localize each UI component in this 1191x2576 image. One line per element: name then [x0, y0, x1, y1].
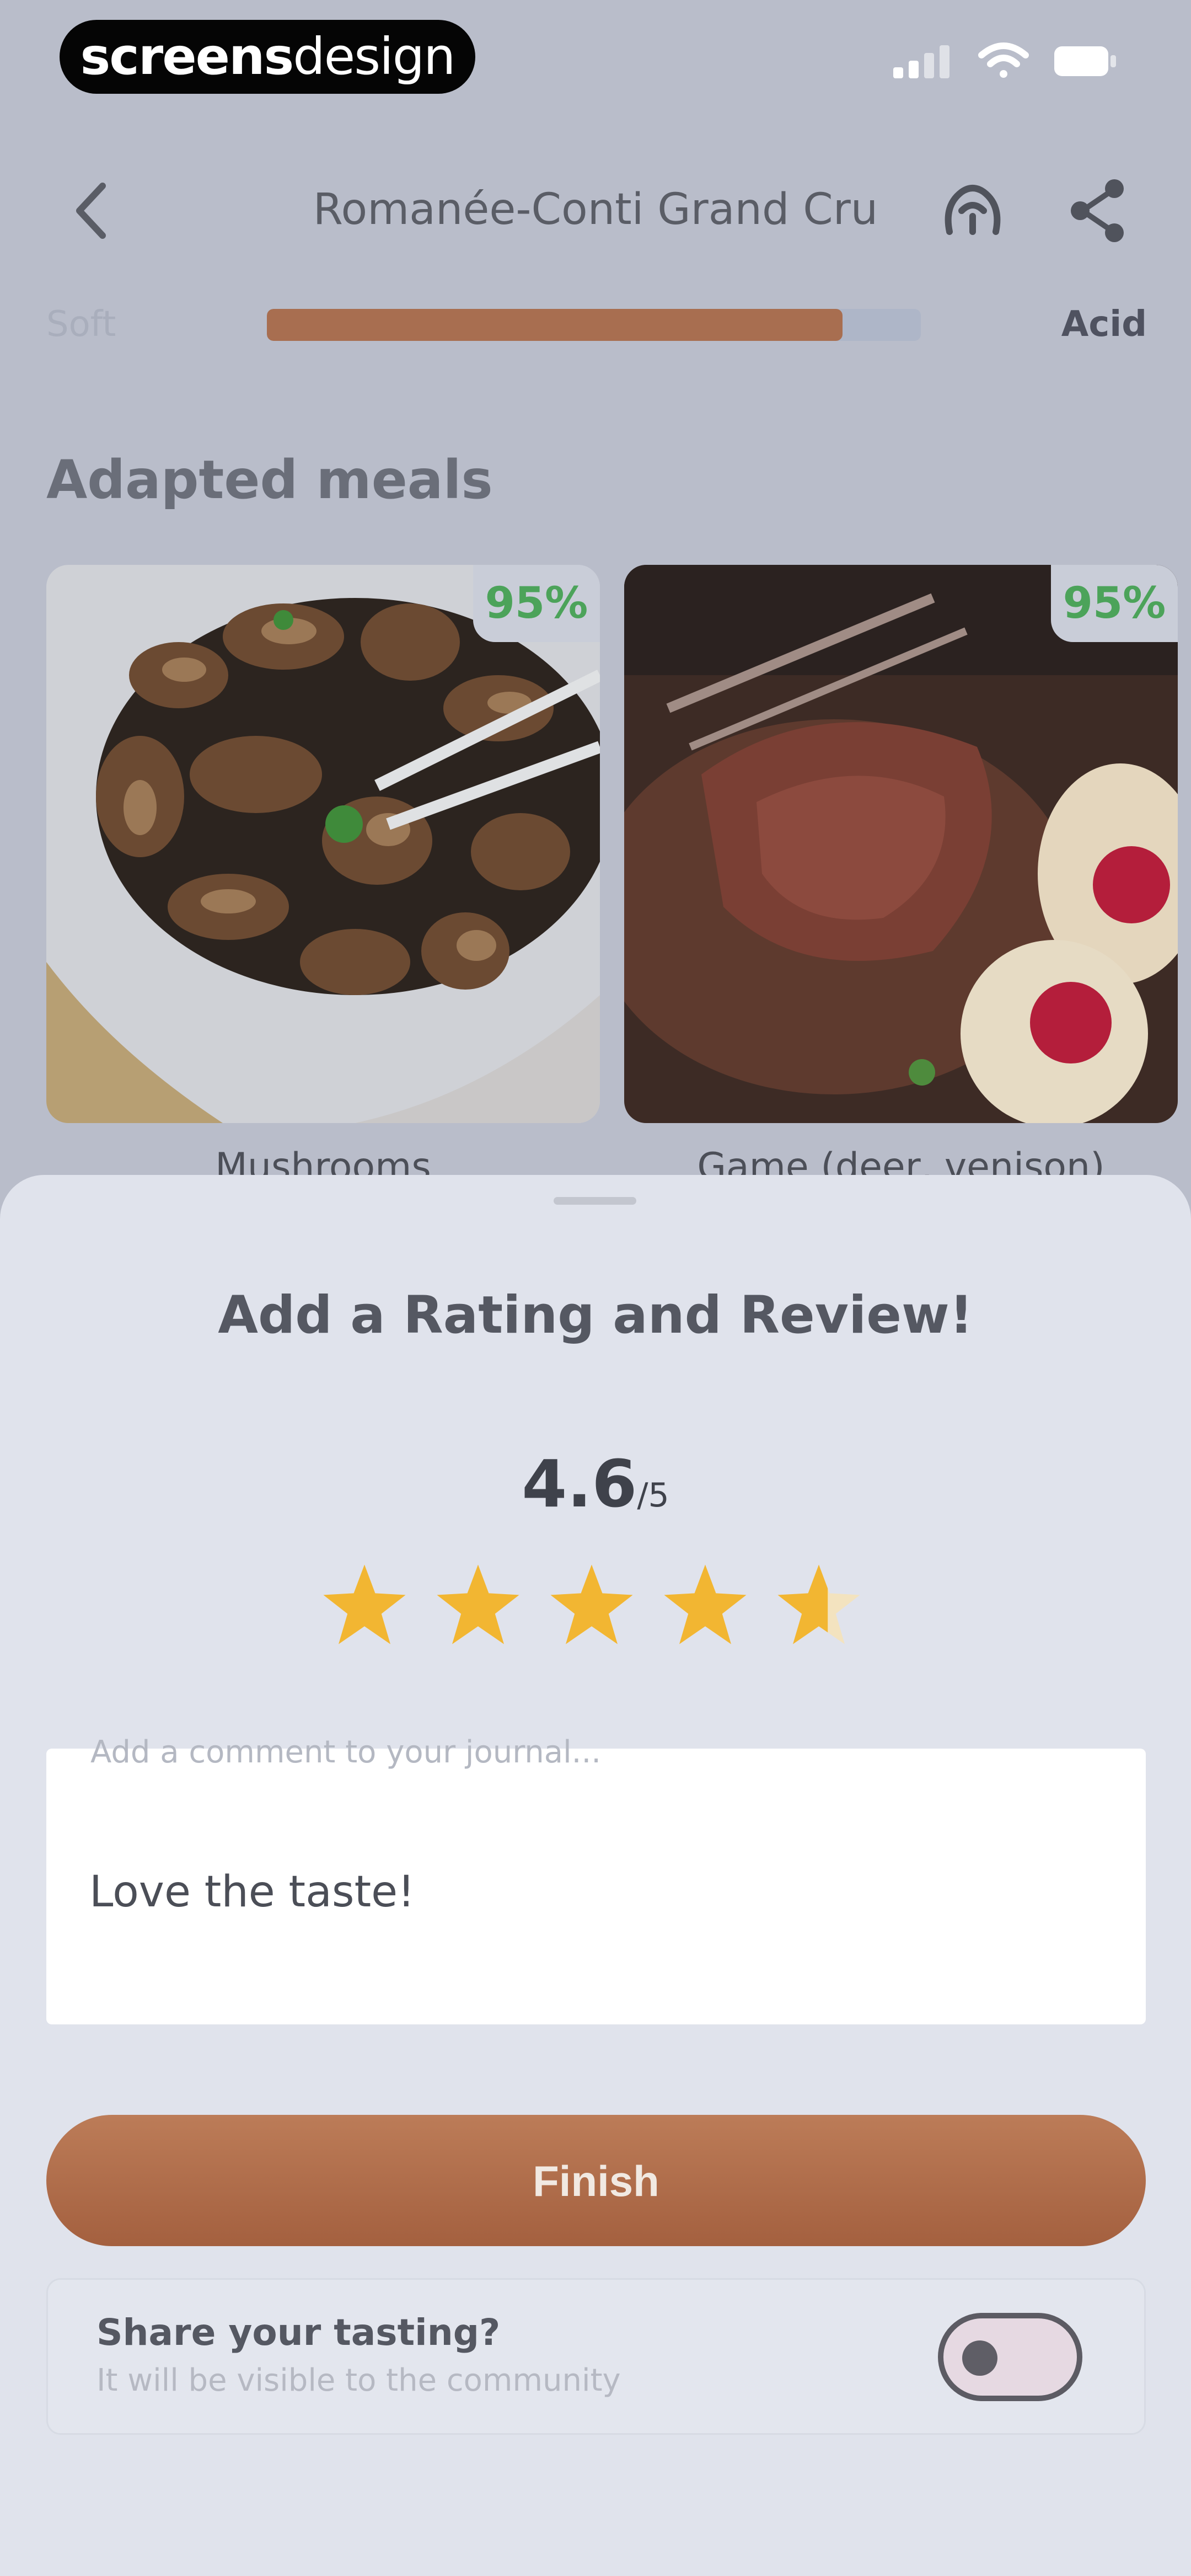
comment-field[interactable]: Add a comment to your journal... Love th…	[46, 1734, 1146, 2024]
review-bottom-sheet: Add a Rating and Review! 4.6/5 Add a com…	[0, 1175, 1191, 2576]
star-icon[interactable]	[433, 1561, 523, 1650]
wine-detail-screen: screensdesign Romanée-Conti Grand Cru So…	[0, 0, 1191, 2576]
chevron-left-icon	[76, 183, 106, 239]
wine-glass-icon	[945, 185, 1001, 235]
scale-label-acid: Acid	[1061, 304, 1147, 345]
brand-watermark: screensdesign	[60, 20, 475, 94]
brand-light: design	[293, 27, 455, 86]
share-button[interactable]	[1059, 172, 1136, 249]
mushrooms-photo	[46, 565, 600, 1123]
toggle-knob	[962, 2340, 997, 2376]
acidity-scale-bar	[267, 309, 921, 341]
share-subtitle: It will be visible to the community	[96, 2363, 621, 2398]
venison-photo	[624, 565, 1178, 1123]
page-title: Romanée-Conti Grand Cru	[313, 185, 878, 234]
rating-value: 4.6	[522, 1446, 637, 1522]
comment-text: Love the taste!	[89, 1867, 415, 1917]
acidity-scale-fill	[267, 309, 843, 341]
sheet-grabber[interactable]	[554, 1197, 636, 1205]
status-icons	[893, 39, 1119, 83]
meal-card-mushrooms[interactable]: 95%	[46, 565, 600, 1123]
back-button[interactable]	[53, 172, 130, 249]
share-tasting-card: Share your tasting? It will be visible t…	[46, 2278, 1146, 2435]
star-icon[interactable]	[774, 1561, 863, 1650]
star-icon[interactable]	[320, 1561, 409, 1650]
share-toggle[interactable]	[938, 2313, 1082, 2401]
sheet-title: Add a Rating and Review!	[218, 1285, 973, 1345]
match-badge: 95%	[473, 565, 600, 642]
battery-icon	[1054, 46, 1116, 76]
rating-score: 4.6/5	[0, 1440, 1191, 1548]
cellar-button[interactable]	[934, 172, 1011, 249]
star-icon[interactable]	[547, 1561, 636, 1650]
finish-button[interactable]: Finish	[46, 2115, 1146, 2246]
brand-strong: screens	[80, 27, 294, 86]
meal-card-game[interactable]: 95%	[624, 565, 1178, 1123]
cellular-signal-icon	[893, 45, 949, 78]
comment-placeholder: Add a comment to your journal...	[90, 1734, 602, 1770]
rating-max: /5	[637, 1476, 669, 1515]
wifi-icon	[978, 42, 1029, 78]
star-icon[interactable]	[661, 1561, 750, 1650]
scale-label-soft: Soft	[46, 304, 116, 345]
share-icon	[1071, 179, 1124, 242]
share-title: Share your tasting?	[96, 2311, 501, 2354]
match-badge: 95%	[1051, 565, 1178, 642]
section-title-adapted-meals: Adapted meals	[46, 449, 493, 511]
